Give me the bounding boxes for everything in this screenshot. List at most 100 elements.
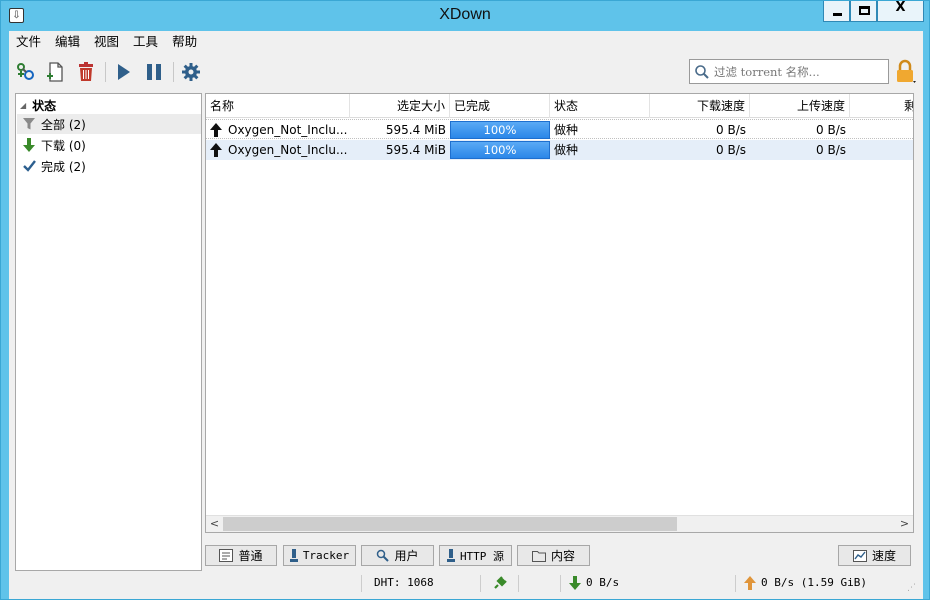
tracker-icon xyxy=(289,549,298,562)
resume-icon xyxy=(118,64,130,80)
lock-icon xyxy=(897,59,916,83)
column-header-name[interactable]: 名称 xyxy=(206,94,350,118)
toolbar-separator xyxy=(173,62,174,82)
minimize-icon xyxy=(833,13,842,16)
horizontal-scrollbar[interactable]: < > xyxy=(206,515,913,532)
table-row[interactable]: Oxygen_Not_Inclu... 595.4 MiB 100% 做种 0 … xyxy=(206,119,913,139)
menu-bar: 文件 编辑 视图 工具 帮助 xyxy=(9,31,923,53)
toolbar-separator xyxy=(105,62,106,82)
torrent-size: 595.4 MiB xyxy=(385,123,446,137)
plug-icon[interactable] xyxy=(492,575,508,591)
title-bar[interactable]: ⇩ XDown X xyxy=(1,0,929,30)
torrent-size: 595.4 MiB xyxy=(385,143,446,157)
global-download-speed: 0 B/s xyxy=(586,576,620,589)
status-separator xyxy=(361,575,362,592)
settings-icon xyxy=(182,63,200,81)
menu-file[interactable]: 文件 xyxy=(9,31,48,53)
peers-icon xyxy=(377,549,390,562)
app-window: ⇩ XDown X 文件 编辑 视图 工具 帮助 过滤 torrent 名称..… xyxy=(0,0,930,600)
tab-general[interactable]: 普通 xyxy=(205,545,277,566)
upload-speed-icon xyxy=(744,576,756,590)
lock-button[interactable] xyxy=(894,59,918,85)
status-filter-title: 状态 xyxy=(32,98,57,113)
close-button[interactable]: X xyxy=(877,0,924,22)
status-filter-header[interactable]: ◢ 状态 xyxy=(20,96,56,114)
torrent-download-speed: 0 B/s xyxy=(716,123,746,137)
detail-tabs: 普通 Tracker 用户 HTTP 源 内容 速度 xyxy=(205,545,914,567)
checkmark-icon xyxy=(21,160,37,172)
status-filter-panel: ◢ 状态 全部 (2) 下载 (0) 完成 (2) xyxy=(15,93,202,571)
torrent-download-speed: 0 B/s xyxy=(716,143,746,157)
scroll-left-button[interactable]: < xyxy=(206,516,223,532)
global-upload-speed: 0 B/s (1.59 GiB) xyxy=(761,576,867,589)
status-separator xyxy=(518,575,519,592)
status-separator xyxy=(735,575,736,592)
column-header-download-speed[interactable]: 下载速度 xyxy=(650,94,750,118)
sidebar-item-completed[interactable]: 完成 (2) xyxy=(17,156,201,176)
tab-label: 速度 xyxy=(871,549,896,563)
maximize-button[interactable] xyxy=(850,1,877,22)
download-arrow-icon xyxy=(21,138,37,152)
maximize-icon xyxy=(859,6,870,15)
add-torrent-file-button[interactable] xyxy=(43,59,69,85)
status-separator xyxy=(560,575,561,592)
delete-button[interactable] xyxy=(73,59,99,85)
dht-node-count: DHT: 1068 xyxy=(374,576,434,589)
torrent-status: 做种 xyxy=(554,143,579,157)
menu-view[interactable]: 视图 xyxy=(87,31,126,53)
sidebar-item-label: 下载 (0) xyxy=(41,138,86,153)
settings-button[interactable] xyxy=(178,59,204,85)
window-title: XDown xyxy=(439,6,491,23)
seeding-arrow-icon xyxy=(210,123,222,137)
torrent-name: Oxygen_Not_Inclu... xyxy=(228,143,348,157)
tab-content[interactable]: 内容 xyxy=(517,545,590,566)
general-icon xyxy=(219,549,234,562)
tab-label: 用户 xyxy=(394,549,419,563)
scroll-right-button[interactable]: > xyxy=(896,516,913,532)
menu-edit[interactable]: 编辑 xyxy=(48,31,87,53)
menu-help[interactable]: 帮助 xyxy=(165,31,204,53)
scroll-thumb[interactable] xyxy=(223,517,677,531)
torrent-upload-speed: 0 B/s xyxy=(816,123,846,137)
collapse-triangle-icon[interactable]: ◢ xyxy=(20,101,26,110)
search-placeholder: 过滤 torrent 名称... xyxy=(714,64,820,79)
torrent-name: Oxygen_Not_Inclu... xyxy=(228,123,348,137)
table-row[interactable]: Oxygen_Not_Inclu... 595.4 MiB 100% 做种 0 … xyxy=(206,140,913,160)
tab-peers[interactable]: 用户 xyxy=(361,545,434,566)
tab-tracker[interactable]: Tracker xyxy=(283,545,356,566)
sidebar-item-label: 完成 (2) xyxy=(41,159,86,174)
column-header-status[interactable]: 状态 xyxy=(550,94,650,118)
status-separator xyxy=(480,575,481,592)
sidebar-item-all[interactable]: 全部 (2) xyxy=(17,114,201,134)
tab-label: 普通 xyxy=(238,549,263,563)
filter-icon xyxy=(21,118,37,130)
sidebar-item-label: 全部 (2) xyxy=(41,117,86,132)
tab-label: HTTP 源 xyxy=(459,549,505,563)
column-header-upload-speed[interactable]: 上传速度 xyxy=(750,94,850,118)
add-magnet-button[interactable] xyxy=(13,59,39,85)
search-input[interactable]: 过滤 torrent 名称... xyxy=(689,59,889,84)
pause-button[interactable] xyxy=(141,59,167,85)
delete-icon xyxy=(79,62,93,81)
toolbar: 过滤 torrent 名称... xyxy=(9,55,923,89)
sidebar-item-downloading[interactable]: 下载 (0) xyxy=(17,135,201,155)
tab-label: 内容 xyxy=(550,549,575,563)
http-source-icon xyxy=(446,549,455,562)
column-header-remaining[interactable]: 剩 xyxy=(850,94,913,118)
status-bar: DHT: 1068 0 B/s 0 B/s (1.59 GiB) ⋰ xyxy=(9,572,923,595)
tab-speed[interactable]: 速度 xyxy=(838,545,911,566)
pause-icon xyxy=(147,64,161,80)
resize-grip-icon[interactable]: ⋰ xyxy=(907,584,919,594)
close-icon: X xyxy=(895,0,906,15)
torrent-status: 做种 xyxy=(554,123,579,137)
client-area: 文件 编辑 视图 工具 帮助 过滤 torrent 名称... ◢ 状态 全部 … xyxy=(9,31,923,599)
download-speed-icon xyxy=(569,576,581,590)
column-header-size[interactable]: 选定大小 xyxy=(350,94,450,118)
resume-button[interactable] xyxy=(110,59,136,85)
column-header-progress[interactable]: 已完成 xyxy=(450,94,550,118)
minimize-button[interactable] xyxy=(823,1,850,22)
menu-tools[interactable]: 工具 xyxy=(126,31,165,53)
add-torrent-file-icon xyxy=(47,62,63,82)
search-icon xyxy=(695,64,709,79)
tab-http-sources[interactable]: HTTP 源 xyxy=(439,545,512,566)
